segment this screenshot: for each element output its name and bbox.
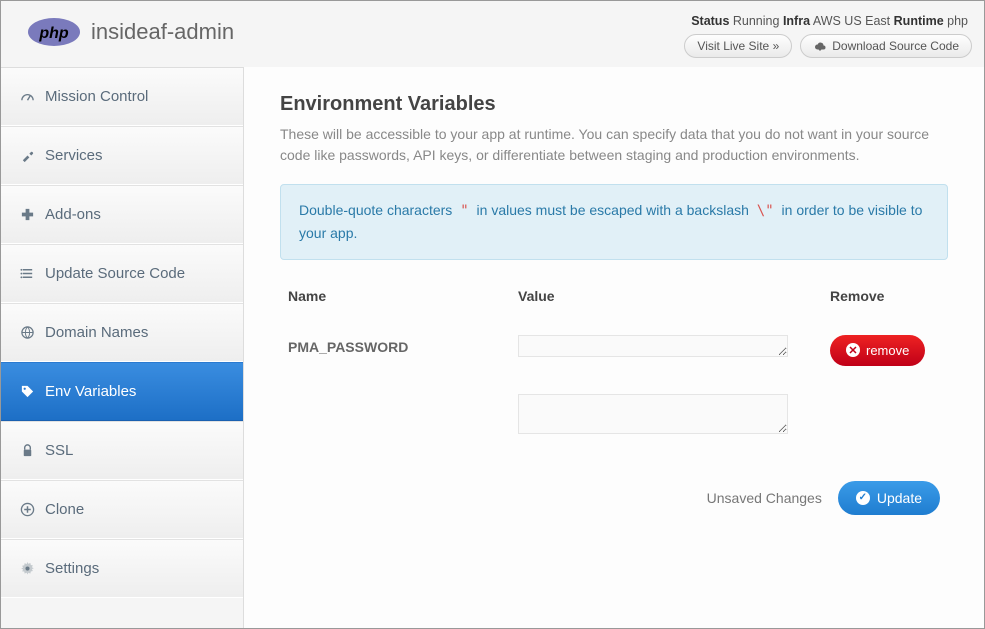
alert-text-pre: Double-quote characters (299, 202, 456, 218)
var-name: PMA_PASSWORD (288, 335, 518, 355)
unsaved-changes-text: Unsaved Changes (707, 490, 822, 506)
main-content: Environment Variables These will be acce… (244, 67, 984, 628)
footer-row: Unsaved Changes ✓ Update (280, 451, 948, 515)
download-source-label: Download Source Code (832, 39, 959, 53)
sidebar-item-services[interactable]: Services (1, 126, 243, 185)
sidebar-item-label: Services (45, 147, 103, 164)
alert-escaped-quote: \" (753, 203, 778, 219)
sidebar-item-env-variables[interactable]: Env Variables (1, 362, 243, 421)
tools-icon (19, 148, 35, 164)
download-source-button[interactable]: Download Source Code (800, 34, 972, 58)
alert-text-mid: in values must be escaped with a backsla… (477, 202, 753, 218)
sidebar-item-update-source[interactable]: Update Source Code (1, 244, 243, 303)
top-right: Status Running Infra AWS US East Runtime… (684, 14, 972, 58)
update-label: Update (877, 490, 922, 506)
sidebar-item-ssl[interactable]: SSL (1, 421, 243, 480)
sidebar: Mission Control Services Add-ons Update … (1, 67, 244, 628)
remove-label: remove (866, 343, 909, 358)
app-name: insideaf-admin (91, 19, 234, 45)
page-title: Environment Variables (280, 93, 948, 116)
var-value-input-empty[interactable] (518, 394, 788, 434)
infra-label: Infra (783, 14, 810, 28)
alert-quote-char: " (456, 203, 472, 219)
sidebar-item-label: SSL (45, 442, 73, 459)
plus-circle-icon (19, 502, 35, 518)
php-logo-icon: php (27, 17, 81, 47)
table-row: PMA_PASSWORD ✕ remove (280, 321, 948, 380)
runtime-value: php (947, 14, 968, 28)
runtime-label: Runtime (894, 14, 944, 28)
svg-text:php: php (38, 25, 69, 42)
top-buttons: Visit Live Site » Download Source Code (684, 34, 972, 58)
update-button[interactable]: ✓ Update (838, 481, 940, 515)
infra-value: AWS US East (813, 14, 890, 28)
sidebar-item-clone[interactable]: Clone (1, 480, 243, 539)
col-header-remove: Remove (830, 288, 940, 304)
table-header: Name Value Remove (280, 288, 948, 321)
tag-icon (19, 384, 35, 400)
col-header-value: Value (518, 288, 830, 304)
var-value-cell (518, 335, 830, 360)
sidebar-item-domain-names[interactable]: Domain Names (1, 303, 243, 362)
sidebar-item-label: Update Source Code (45, 265, 185, 282)
sidebar-item-label: Domain Names (45, 324, 148, 341)
remove-x-icon: ✕ (846, 343, 860, 357)
gear-icon (19, 561, 35, 577)
var-value-cell-empty (518, 394, 830, 437)
remove-button[interactable]: ✕ remove (830, 335, 925, 366)
visit-site-label: Visit Live Site » (697, 39, 779, 53)
visit-site-button[interactable]: Visit Live Site » (684, 34, 792, 58)
cloud-download-icon (813, 41, 826, 52)
sidebar-item-addons[interactable]: Add-ons (1, 185, 243, 244)
puzzle-icon (19, 207, 35, 223)
table-row-empty (280, 380, 948, 451)
sidebar-item-label: Mission Control (45, 88, 148, 105)
sidebar-item-settings[interactable]: Settings (1, 539, 243, 598)
body: Mission Control Services Add-ons Update … (1, 67, 984, 628)
gauge-icon (19, 89, 35, 105)
sidebar-item-label: Settings (45, 560, 99, 577)
var-remove-cell: ✕ remove (830, 335, 940, 366)
check-icon: ✓ (856, 491, 870, 505)
list-icon (19, 266, 35, 282)
lock-icon (19, 443, 35, 459)
topbar: php insideaf-admin Status Running Infra … (1, 1, 984, 67)
var-value-input[interactable] (518, 335, 788, 357)
status-line: Status Running Infra AWS US East Runtime… (684, 14, 972, 28)
globe-icon (19, 325, 35, 341)
status-value: Running (733, 14, 780, 28)
info-alert: Double-quote characters " in values must… (280, 184, 948, 260)
page-description: These will be accessible to your app at … (280, 124, 940, 166)
col-header-name: Name (288, 288, 518, 304)
sidebar-item-label: Clone (45, 501, 84, 518)
sidebar-item-label: Add-ons (45, 206, 101, 223)
app-window: php insideaf-admin Status Running Infra … (0, 0, 985, 629)
brand-block: php insideaf-admin (13, 7, 248, 65)
var-name-empty (288, 394, 518, 398)
sidebar-item-mission-control[interactable]: Mission Control (1, 67, 243, 126)
sidebar-item-label: Env Variables (45, 383, 136, 400)
status-label: Status (691, 14, 729, 28)
